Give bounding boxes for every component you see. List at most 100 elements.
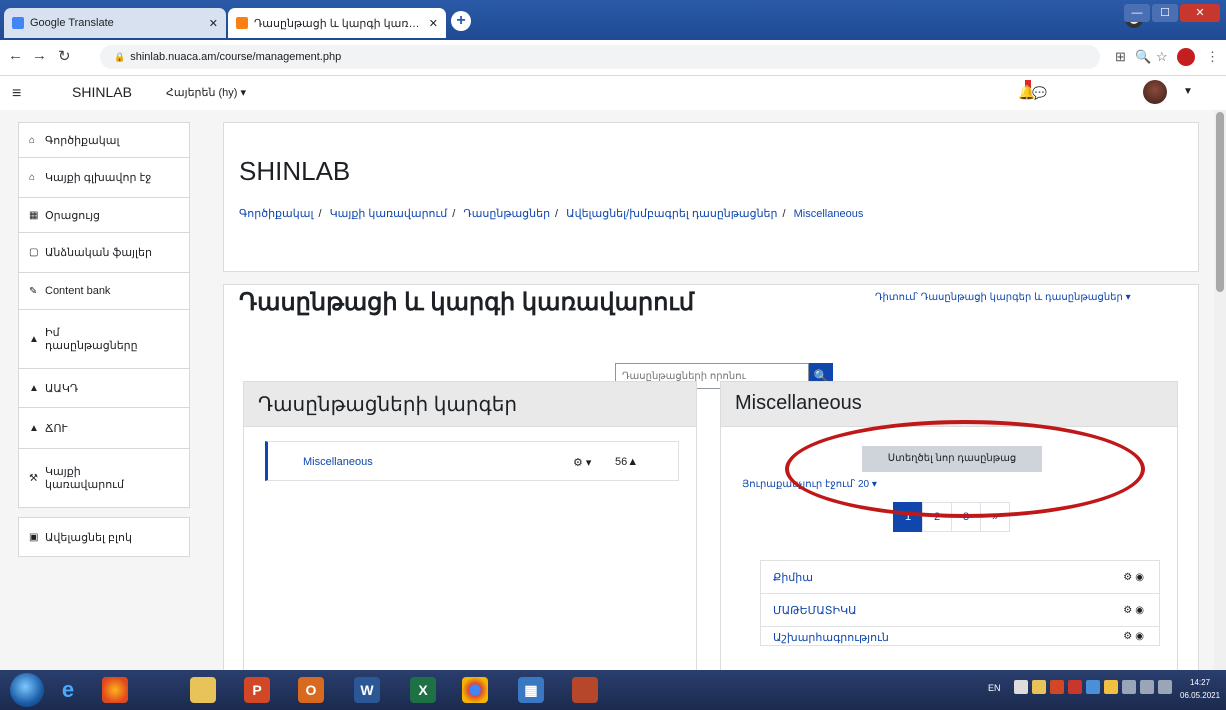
home-icon: ⌂ [29, 134, 36, 146]
hamburger-menu-icon[interactable]: ≡ [12, 85, 21, 103]
sidebar-item-content-bank[interactable]: ✎ Content bank [18, 272, 190, 310]
browser-menu-icon[interactable]: ⋮ [1206, 49, 1219, 65]
sidebar-item-course-1[interactable]: ▲ ԱԱԿԴ [18, 368, 190, 408]
clock-date: 06.05.2021 [1180, 691, 1221, 700]
back-icon[interactable]: ← [8, 47, 23, 64]
breadcrumb-item[interactable]: Կայքի կառավարում [330, 208, 448, 220]
sidebar-item-label: Կայքի գլխավոր էջ [45, 172, 152, 184]
input-language[interactable]: EN [988, 683, 1001, 693]
breadcrumb-item[interactable]: Գործիքակալ [239, 208, 313, 220]
nav-drawer: ⌂ Գործիքակալ ⌂ Կայքի գլխավոր էջ ▦ Օրացույց … [18, 122, 190, 557]
lock-icon: 🔒 [114, 52, 126, 62]
breadcrumb-item[interactable]: Miscellaneous [794, 208, 864, 220]
view-mode-menu[interactable]: Դիտում՝ Դասընթացի կարգեր և դասընթացներ ▾ [875, 292, 1131, 303]
course-name[interactable]: Աշխարհագրություն [773, 631, 889, 644]
course-list: Քիմիա ⚙◉ ՄԱԹԵՄԱՏԻԿԱ ⚙◉ Աշխարհագրություն ⚙◉ [760, 560, 1160, 646]
sidebar-item-course-2[interactable]: ▲ ՃՈՒ [18, 407, 190, 449]
sidebar-item-dashboard[interactable]: ⌂ Գործիքակալ [18, 122, 190, 158]
tray-arrow-icon[interactable] [1014, 680, 1028, 694]
course-name[interactable]: Քիմիա [773, 571, 813, 584]
sidebar-item-calendar[interactable]: ▦ Օրացույց [18, 197, 190, 233]
breadcrumb-item[interactable]: Ավելացնել/խմբագրել դասընթացներ [566, 208, 777, 220]
google-translate-icon [12, 17, 24, 29]
tray-app-icon[interactable] [1104, 680, 1118, 694]
clock-time: 14:27 [1190, 678, 1211, 687]
moodle-icon [236, 17, 248, 29]
outlook-icon[interactable]: O [298, 677, 324, 703]
signal-icon[interactable] [1158, 680, 1172, 694]
graduation-cap-icon: ▲ [29, 333, 39, 345]
tray-app-icon[interactable] [1068, 680, 1082, 694]
tray-app-icon[interactable] [1086, 680, 1100, 694]
tab-google-translate[interactable]: Google Translate ✕ [4, 8, 226, 38]
forward-icon[interactable]: → [32, 47, 47, 64]
close-icon[interactable]: ✕ [429, 17, 438, 30]
excel-icon[interactable]: X [410, 677, 436, 703]
sidebar-item-label: Կայքի կառավարում [45, 466, 124, 491]
maximize-icon[interactable]: ☐ [1152, 4, 1178, 22]
site-brand[interactable]: SHINLAB [72, 84, 132, 100]
sidebar-item-site-home[interactable]: ⌂ Կայքի գլխավոր էջ [18, 157, 190, 198]
gear-eye-icons[interactable]: ⚙◉ [1123, 631, 1147, 642]
course-row[interactable]: ՄԱԹԵՄԱՏԻԿԱ ⚙◉ [760, 593, 1160, 627]
course-count: 56▲ [615, 456, 638, 468]
volume-icon[interactable] [1140, 680, 1154, 694]
tray-app-icon[interactable] [1050, 680, 1064, 694]
category-name[interactable]: Miscellaneous [303, 456, 373, 468]
scrollbar-thumb[interactable] [1216, 112, 1224, 292]
sidebar-item-label: Իմ դասընթացները [45, 327, 138, 352]
wrench-icon: ⚒ [29, 472, 38, 484]
sidebar-item-site-administration[interactable]: ⚒ Կայքի կառավարում [18, 448, 190, 508]
browser-account-avatar[interactable] [1177, 48, 1195, 66]
course-row[interactable]: Քիմիա ⚙◉ [760, 560, 1160, 594]
page-header-card [223, 122, 1199, 272]
sidebar-item-label: Content bank [45, 285, 111, 297]
bookmark-star-icon[interactable]: ☆ [1156, 49, 1168, 65]
minimize-icon[interactable]: — [1124, 4, 1150, 22]
word-icon[interactable]: W [354, 677, 380, 703]
url-bar[interactable]: 🔒 shinlab.nuaca.am/course/management.php [100, 45, 1100, 69]
internet-explorer-icon[interactable]: e [55, 677, 81, 703]
sidebar-item-add-block[interactable]: ▣ Ավելացնել բլոկ [18, 517, 190, 557]
reload-icon[interactable]: ↻ [58, 47, 71, 65]
gear-eye-icons[interactable]: ⚙◉ [1123, 572, 1147, 583]
chat-icon[interactable]: 💬 [1032, 86, 1047, 100]
close-window-icon[interactable]: ✕ [1180, 4, 1220, 22]
breadcrumb: Գործիքակալ / Կայքի կառավարում / Դասընթացնե… [239, 208, 864, 220]
zoom-icon[interactable]: 🔍 [1135, 49, 1151, 65]
firefox-icon[interactable] [102, 677, 128, 703]
plus-square-icon: ▣ [29, 531, 39, 543]
chevron-down-icon[interactable]: ▼ [1183, 86, 1193, 97]
file-icon: ▢ [29, 247, 39, 258]
paint-icon[interactable] [572, 677, 598, 703]
sidebar-item-label: Օրացույց [45, 209, 101, 222]
user-avatar[interactable] [1143, 80, 1167, 104]
tab-title: Դասընթացի և կարգի կառավա... [254, 17, 423, 30]
window-controls: — ☐ ✕ [1124, 4, 1220, 22]
graduation-cap-icon: ▲ [627, 456, 639, 468]
powerpoint-icon[interactable]: P [244, 677, 270, 703]
management-heading: Դասընթացի և կարգի կառավարում [239, 289, 695, 316]
sidebar-item-label: Ավելացնել բլոկ [45, 531, 132, 544]
app-window-icon[interactable]: ▦ [518, 677, 544, 703]
system-clock[interactable]: 14:27 06.05.2021 [1180, 676, 1220, 702]
breadcrumb-item[interactable]: Դասընթացներ [463, 208, 550, 220]
sidebar-item-my-courses[interactable]: ▲ Իմ դասընթացները [18, 309, 190, 369]
course-count-value: 56 [615, 456, 628, 468]
new-tab-button[interactable]: + [451, 11, 471, 31]
gear-icon[interactable]: ⚙ ▾ [573, 456, 591, 469]
tab-course-management[interactable]: Դասընթացի և կարգի կառավա... ✕ [228, 8, 446, 38]
chrome-icon[interactable] [462, 677, 488, 703]
translate-page-icon[interactable]: ⊞ [1115, 49, 1126, 65]
course-row[interactable]: Աշխարհագրություն ⚙◉ [760, 626, 1160, 646]
language-menu[interactable]: Հայերեն (hy) ▾ [166, 86, 246, 99]
sidebar-item-private-files[interactable]: ▢ Անձնական ֆայլեր [18, 232, 190, 273]
start-button[interactable] [10, 673, 44, 707]
categories-panel-title: Դասընթացների կարգեր [258, 394, 518, 416]
gear-eye-icons[interactable]: ⚙◉ [1123, 605, 1147, 616]
tray-folder-icon[interactable] [1032, 680, 1046, 694]
course-name[interactable]: ՄԱԹԵՄԱՏԻԿԱ [773, 604, 857, 617]
close-icon[interactable]: ✕ [209, 17, 218, 30]
network-icon[interactable] [1122, 680, 1136, 694]
file-explorer-icon[interactable] [190, 677, 216, 703]
